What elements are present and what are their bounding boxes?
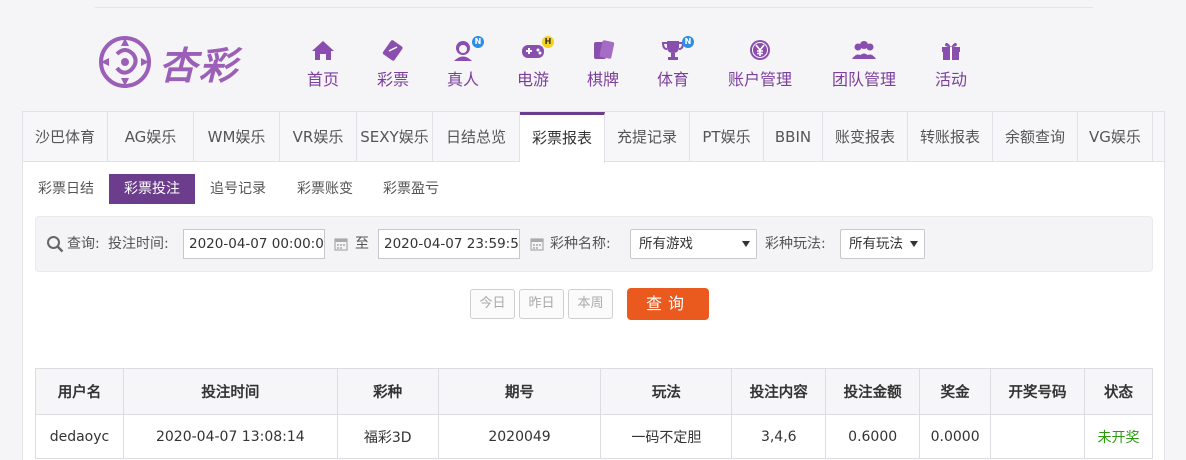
tab-balance-change[interactable]: 账变报表 <box>823 112 908 162</box>
this-week-button[interactable]: 本周 <box>568 289 613 319</box>
live-dealer-icon: N <box>450 36 484 62</box>
play-type-label: 彩种玩法: <box>765 236 826 252</box>
cards-icon <box>590 38 616 62</box>
bets-table: 用户名 投注时间 彩种 期号 玩法 投注内容 投注金额 奖金 开奖号码 状态 d… <box>35 368 1153 459</box>
to-label: 至 <box>355 236 369 252</box>
cell-issue: 2020049 <box>437 414 602 459</box>
subtab-lottery-balance-change[interactable]: 彩票账变 <box>287 174 363 204</box>
yesterday-button[interactable]: 昨日 <box>519 289 564 319</box>
tab-wm[interactable]: WM娱乐 <box>194 112 280 162</box>
subtab-lottery-daily[interactable]: 彩票日结 <box>28 174 104 204</box>
col-username[interactable]: 用户名 <box>35 368 124 415</box>
calendar-icon[interactable] <box>530 237 544 251</box>
search-button[interactable]: 查询 <box>627 288 709 320</box>
tab-balance-query[interactable]: 余额查询 <box>993 112 1078 162</box>
tab-pt[interactable]: PT娱乐 <box>690 112 764 162</box>
end-time-input[interactable]: 2020-04-07 23:59:59 <box>378 229 520 259</box>
play-type-select[interactable]: 所有玩法 <box>840 229 925 259</box>
tab-ag[interactable]: AG娱乐 <box>108 112 194 162</box>
tab-vg[interactable]: VG娱乐 <box>1078 112 1153 162</box>
nav-activity[interactable]: 活动 <box>906 38 996 90</box>
col-issue[interactable]: 期号 <box>437 368 602 415</box>
nav-sports[interactable]: N 体育 <box>628 36 718 90</box>
lottery-name-label: 彩种名称: <box>550 236 611 252</box>
col-prize[interactable]: 奖金 <box>919 368 992 415</box>
gamepad-icon: H <box>520 36 554 62</box>
cell-bet-amount: 0.6000 <box>825 414 921 459</box>
status-badge: 未开奖 <box>1084 414 1153 459</box>
report-tabs: 沙巴体育 AG娱乐 WM娱乐 VR娱乐 SEXY娱乐 日结总览 彩票报表 充提记… <box>23 112 1164 163</box>
tab-daily-overview[interactable]: 日结总览 <box>433 112 520 162</box>
chevron-down-icon <box>742 241 750 247</box>
logo-emblem-icon <box>99 36 151 88</box>
cell-lottery: 福彩3D <box>336 414 439 459</box>
hot-badge: H <box>542 36 554 48</box>
col-play[interactable]: 玩法 <box>600 368 733 415</box>
table-header-row: 用户名 投注时间 彩种 期号 玩法 投注内容 投注金额 奖金 开奖号码 状态 <box>35 368 1153 415</box>
cell-username: dedaoyc <box>35 414 124 459</box>
filter-bar: 查询: 投注时间: 2020-04-07 00:00:00 至 2020-04-… <box>35 216 1153 272</box>
query-label: 查询: <box>67 236 100 252</box>
logo-text: 杏彩 <box>159 42 240 88</box>
col-draw-number[interactable]: 开奖号码 <box>990 368 1085 415</box>
table-row[interactable]: dedaoyc 2020-04-07 13:08:14 福彩3D 2020049… <box>35 414 1153 459</box>
new-badge: N <box>682 36 694 48</box>
col-bet-amount[interactable]: 投注金额 <box>825 368 921 415</box>
lottery-ticket-icon <box>380 38 406 62</box>
subtab-lottery-bets[interactable]: 彩票投注 <box>109 174 195 204</box>
tab-vr[interactable]: VR娱乐 <box>280 112 357 162</box>
cell-draw-number <box>990 414 1085 459</box>
nav-team[interactable]: 团队管理 <box>819 38 909 90</box>
tab-sexy[interactable]: SEXY娱乐 <box>357 112 433 162</box>
nav-account[interactable]: 账户管理 <box>715 38 805 90</box>
today-button[interactable]: 今日 <box>470 289 515 319</box>
calendar-icon[interactable] <box>334 237 348 251</box>
subtab-lottery-profit-loss[interactable]: 彩票盈亏 <box>373 174 449 204</box>
report-panel: 沙巴体育 AG娱乐 WM娱乐 VR娱乐 SEXY娱乐 日结总览 彩票报表 充提记… <box>22 111 1165 460</box>
lottery-name-select[interactable]: 所有游戏 <box>630 229 757 259</box>
bet-time-label: 投注时间: <box>108 236 169 252</box>
col-bet-time[interactable]: 投注时间 <box>122 368 338 415</box>
new-badge: N <box>472 36 484 48</box>
tab-lottery-report[interactable]: 彩票报表 <box>520 112 605 163</box>
brand-logo[interactable]: 杏彩 <box>95 30 255 94</box>
search-icon <box>47 236 64 253</box>
trophy-icon: N <box>660 36 694 62</box>
col-status[interactable]: 状态 <box>1084 368 1153 415</box>
col-bet-content[interactable]: 投注内容 <box>731 368 827 415</box>
cell-play: 一码不定胆 <box>600 414 733 459</box>
home-icon <box>310 38 336 62</box>
col-lottery[interactable]: 彩种 <box>336 368 439 415</box>
tab-deposit-withdraw[interactable]: 充提记录 <box>605 112 690 162</box>
top-divider <box>95 7 1093 8</box>
yen-coin-icon <box>747 38 773 62</box>
chevron-down-icon <box>910 241 918 247</box>
tab-bbin[interactable]: BBIN <box>764 112 823 162</box>
tab-transfer-report[interactable]: 转账报表 <box>908 112 993 162</box>
cell-bet-time: 2020-04-07 13:08:14 <box>122 414 338 459</box>
tab-saba-sports[interactable]: 沙巴体育 <box>23 112 108 162</box>
cell-bet-content: 3,4,6 <box>731 414 827 459</box>
cell-prize: 0.0000 <box>919 414 992 459</box>
team-icon <box>851 38 877 62</box>
start-time-input[interactable]: 2020-04-07 00:00:00 <box>183 229 325 259</box>
gift-icon <box>938 38 964 62</box>
subtab-chase-records[interactable]: 追号记录 <box>200 174 276 204</box>
